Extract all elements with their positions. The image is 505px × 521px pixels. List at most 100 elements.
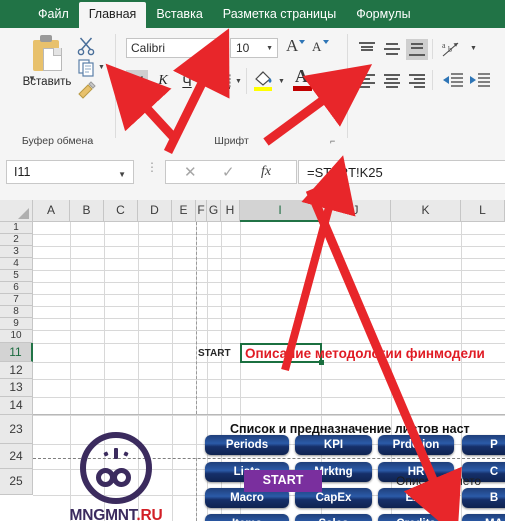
nav-button-periods[interactable]: Periods bbox=[205, 435, 289, 455]
worksheet-grid[interactable]: ABCDEFGHIJKL 1 2 3 4 5 6 7 8 9 10 11 12 13 14 23 24 25 M… bbox=[0, 200, 505, 521]
logo-name-main: MNGMNT bbox=[69, 507, 137, 521]
nav-button-p[interactable]: P bbox=[462, 435, 505, 455]
row-header-10[interactable]: 10 bbox=[0, 330, 33, 343]
cancel-x-icon[interactable]: ✕ bbox=[184, 163, 197, 181]
page-break-line bbox=[196, 222, 197, 414]
align-center-icon[interactable] bbox=[381, 70, 403, 91]
align-right-icon[interactable] bbox=[406, 70, 428, 91]
underline-caret-icon[interactable]: ▼ bbox=[198, 78, 205, 85]
column-header-f[interactable]: F bbox=[196, 200, 207, 222]
nav-button-exp[interactable]: Exp bbox=[378, 488, 454, 508]
cell-i11-value[interactable]: Описание методологии финмодели bbox=[245, 346, 503, 361]
decrease-indent-icon[interactable] bbox=[441, 70, 465, 91]
row-header-23[interactable]: 23 bbox=[0, 415, 33, 444]
underline-button[interactable]: Ч bbox=[176, 70, 198, 92]
ribbon-tab-2[interactable]: Вставка bbox=[146, 2, 212, 28]
insert-function-fx-icon[interactable]: fx bbox=[261, 164, 271, 180]
format-painter-icon[interactable] bbox=[76, 80, 98, 100]
row-header-6[interactable]: 6 bbox=[0, 282, 33, 294]
row-header-1[interactable]: 1 bbox=[0, 222, 33, 234]
paste-dropdown-caret-icon[interactable]: ▼ bbox=[28, 74, 36, 83]
formula-bar-grip[interactable]: ⋮ bbox=[146, 161, 158, 173]
ribbon-group-font: Calibri ▼ 10 ▼ A A Ж К Ч ▼ ▼ ▼ A ▼ Шрифт… bbox=[116, 28, 347, 150]
copy-dropdown-caret-icon[interactable]: ▼ bbox=[98, 64, 105, 71]
bold-button[interactable]: Ж bbox=[126, 70, 148, 92]
column-header-g[interactable]: G bbox=[207, 200, 221, 222]
column-header-d[interactable]: D bbox=[138, 200, 172, 222]
orientation-caret-icon[interactable]: ▼ bbox=[470, 45, 477, 52]
font-group-label: Шрифт bbox=[214, 135, 249, 147]
align-middle-icon[interactable] bbox=[381, 39, 403, 60]
font-color-caret-icon[interactable]: ▼ bbox=[318, 78, 325, 85]
nav-button-items[interactable]: Items bbox=[205, 514, 289, 521]
nav-button-b[interactable]: B bbox=[462, 488, 505, 508]
name-box-caret-icon[interactable]: ▼ bbox=[118, 170, 126, 179]
cell-h11-start-label[interactable]: START bbox=[198, 348, 240, 359]
cut-scissors-icon[interactable] bbox=[76, 36, 98, 56]
row-header-24[interactable]: 24 bbox=[0, 444, 33, 469]
ribbon-tab-3[interactable]: Разметка страницы bbox=[213, 2, 346, 28]
cell-row23-heading[interactable]: Список и предназначение листов наст bbox=[230, 422, 505, 436]
fill-color-icon[interactable] bbox=[252, 70, 276, 93]
row-header-5[interactable]: 5 bbox=[0, 270, 33, 282]
font-size-caret-icon[interactable]: ▼ bbox=[266, 45, 273, 52]
copy-icon[interactable] bbox=[76, 58, 98, 78]
column-header-h[interactable]: H bbox=[221, 200, 240, 222]
increase-indent-icon[interactable] bbox=[468, 70, 492, 91]
row-header-3[interactable]: 3 bbox=[0, 246, 33, 258]
column-header-b[interactable]: B bbox=[70, 200, 104, 222]
font-name-input[interactable]: Calibri ▼ bbox=[126, 38, 224, 58]
row-header-25[interactable]: 25 bbox=[0, 469, 33, 495]
ribbon-group-clipboard: Вставить ▼ ▼ Буфер обмена ⌐ bbox=[0, 28, 115, 150]
font-size-input[interactable]: 10 ▼ bbox=[230, 38, 278, 58]
row-header-14[interactable]: 14 bbox=[0, 397, 33, 415]
name-box[interactable]: I11 ▼ bbox=[6, 160, 134, 184]
row-header-4[interactable]: 4 bbox=[0, 258, 33, 270]
nav-button-prdction[interactable]: Prdction bbox=[378, 435, 454, 455]
column-header-k[interactable]: K bbox=[391, 200, 461, 222]
grow-font-icon[interactable]: A bbox=[284, 36, 306, 58]
column-header-e[interactable]: E bbox=[172, 200, 196, 222]
font-color-icon[interactable]: A bbox=[292, 66, 314, 93]
ribbon-tab-4[interactable]: Формулы bbox=[346, 2, 420, 28]
font-name-caret-icon[interactable]: ▼ bbox=[212, 45, 219, 52]
paste-button[interactable]: Вставить bbox=[18, 34, 76, 88]
ribbon-tab-0[interactable]: Файл bbox=[28, 2, 79, 28]
formula-input[interactable]: =START!K25 bbox=[298, 160, 505, 184]
row-header-8[interactable]: 8 bbox=[0, 306, 33, 318]
row-header-7[interactable]: 7 bbox=[0, 294, 33, 306]
fill-color-caret-icon[interactable]: ▼ bbox=[278, 78, 285, 85]
nav-button-ma[interactable]: MA bbox=[462, 514, 505, 521]
nav-button-credits[interactable]: Credits bbox=[378, 514, 454, 521]
row-header-13[interactable]: 13 bbox=[0, 379, 33, 397]
font-dialog-launcher[interactable]: ⌐ bbox=[330, 137, 339, 146]
borders-caret-icon[interactable]: ▼ bbox=[235, 78, 242, 85]
nav-button-kpi[interactable]: KPI bbox=[295, 435, 372, 455]
cell-row25-text[interactable]: Описание мето bbox=[396, 474, 505, 488]
font-size-value: 10 bbox=[236, 41, 250, 55]
column-header-i[interactable]: I bbox=[240, 200, 321, 222]
shrink-font-icon[interactable]: A bbox=[309, 36, 331, 58]
column-header-a[interactable]: A bbox=[33, 200, 70, 222]
borders-icon[interactable] bbox=[212, 71, 234, 92]
row-header-2[interactable]: 2 bbox=[0, 234, 33, 246]
column-header-l[interactable]: L bbox=[461, 200, 505, 222]
row-header-12[interactable]: 12 bbox=[0, 362, 33, 379]
column-header-c[interactable]: C bbox=[104, 200, 138, 222]
align-left-icon[interactable] bbox=[356, 70, 378, 91]
confirm-check-icon[interactable]: ✓ bbox=[222, 163, 235, 181]
align-top-icon[interactable] bbox=[356, 39, 378, 60]
orientation-icon[interactable]: a b bbox=[441, 39, 467, 60]
column-headers: ABCDEFGHIJKL bbox=[0, 200, 505, 222]
italic-button[interactable]: К bbox=[152, 70, 174, 92]
nav-button-sales[interactable]: Sales bbox=[295, 514, 372, 521]
row-header-9[interactable]: 9 bbox=[0, 318, 33, 330]
clipboard-dialog-launcher[interactable]: ⌐ bbox=[88, 137, 97, 146]
ribbon-tab-1[interactable]: Главная bbox=[78, 2, 147, 28]
row-header-11[interactable]: 11 bbox=[0, 343, 33, 362]
infinity-icon bbox=[96, 468, 136, 488]
svg-text:a: a bbox=[442, 41, 446, 50]
start-sheet-button[interactable]: START bbox=[244, 470, 322, 492]
column-header-j[interactable]: J bbox=[321, 200, 391, 222]
align-bottom-icon[interactable] bbox=[406, 39, 428, 60]
